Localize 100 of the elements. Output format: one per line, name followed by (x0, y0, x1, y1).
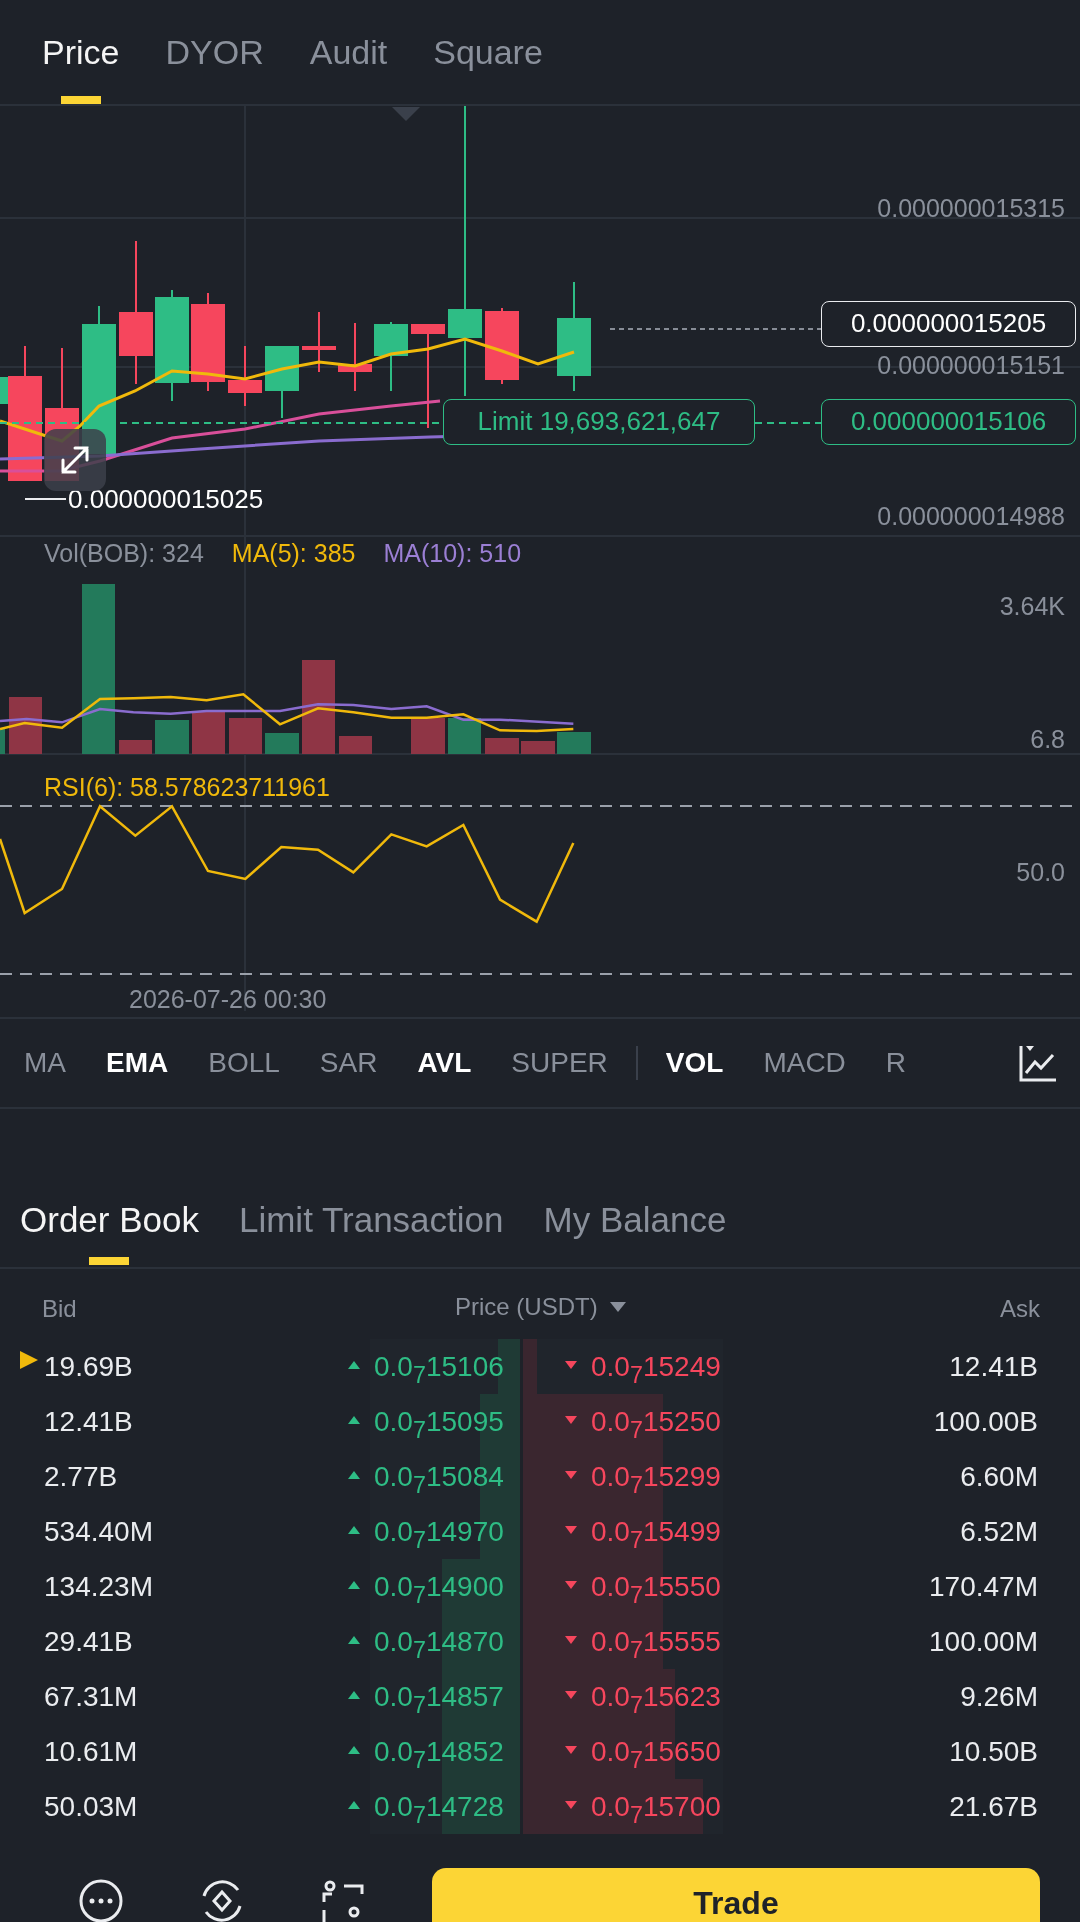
ask-price: 0.0$_{7}$15650 (591, 1736, 721, 1774)
time-label: 2026-07-26 00:30 (129, 984, 327, 1014)
tab[interactable]: Price (42, 0, 120, 104)
order-tab[interactable]: My Balance (543, 1187, 727, 1267)
down-arrow-icon (565, 1691, 577, 1699)
volume-bar (229, 718, 262, 754)
bid-price: 0.0$_{7}$14857 (374, 1681, 504, 1719)
more-icon[interactable] (78, 1878, 124, 1922)
ask-amount: 21.67B (949, 1791, 1038, 1823)
low-price-label: 0.000000015025 (68, 484, 264, 514)
ask-price: 0.0$_{7}$15299 (591, 1461, 721, 1499)
indicator-tab[interactable]: SAR (319, 1047, 378, 1079)
ask-price: 0.0$_{7}$15700 (591, 1791, 721, 1829)
ask-price: 0.0$_{7}$15555 (591, 1626, 721, 1664)
tab[interactable]: Square (433, 0, 543, 104)
marker-icon (392, 107, 420, 121)
current-price-label: 0.000000015205 (821, 301, 1076, 347)
bid-amount: 134.23M (44, 1571, 153, 1603)
bid-amount: 2.77B (44, 1461, 118, 1493)
indicator-tab[interactable]: BOLL (208, 1047, 280, 1079)
volume-bar (265, 733, 299, 754)
caret-icon (609, 1302, 626, 1312)
bid-price: 0.0$_{7}$14852 (374, 1736, 504, 1774)
up-arrow-icon (348, 1471, 360, 1479)
up-arrow-icon (348, 1636, 360, 1644)
bid-amount: 67.31M (44, 1681, 138, 1713)
down-arrow-icon (565, 1746, 577, 1754)
volume-bar (192, 712, 225, 754)
volume-bar (485, 738, 519, 754)
bid-amount: 10.61M (44, 1736, 138, 1768)
bid-price: 0.0$_{7}$15106 (374, 1351, 504, 1389)
column-header: Ask (1000, 1295, 1040, 1323)
price-column-dropdown[interactable]: Price (USDT) (455, 1293, 626, 1321)
bid-amount: 534.40M (44, 1516, 153, 1548)
indicator-tab[interactable]: VOL (665, 1047, 724, 1079)
down-arrow-icon (565, 1471, 577, 1479)
down-arrow-icon (565, 1361, 577, 1369)
indicator-tab[interactable]: R (885, 1047, 907, 1079)
volume-bar (411, 718, 445, 754)
volume-bar (0, 729, 5, 754)
indicator-tab[interactable]: SUPER (511, 1047, 608, 1079)
ask-price: 0.0$_{7}$15499 (591, 1516, 721, 1554)
limit-line (754, 422, 822, 424)
expand-icon[interactable] (44, 429, 106, 491)
ask-price: 0.0$_{7}$15249 (591, 1351, 721, 1389)
legend-label: MA(5): 385 (231, 538, 356, 568)
axis-label: 6.8 (1030, 724, 1065, 754)
volume-bar (557, 732, 591, 754)
candle (374, 321, 408, 392)
volume-bar (119, 740, 152, 754)
down-arrow-icon (565, 1636, 577, 1644)
up-arrow-icon (348, 1691, 360, 1699)
volume-bar (521, 741, 555, 754)
bid-price: 0.0$_{7}$14870 (374, 1626, 504, 1664)
volume-bar (9, 697, 42, 754)
up-arrow-icon (348, 1361, 360, 1369)
legend-label: MA(10): 510 (383, 538, 522, 568)
bid-price: 0.0$_{7}$14970 (374, 1516, 504, 1554)
up-arrow-icon (348, 1526, 360, 1534)
low-marker-line (24, 498, 67, 500)
ask-price: 0.0$_{7}$15623 (591, 1681, 721, 1719)
up-arrow-icon (348, 1801, 360, 1809)
ask-amount: 9.26M (960, 1681, 1038, 1713)
tab[interactable]: Audit (309, 0, 388, 104)
down-arrow-icon (565, 1416, 577, 1424)
ask-amount: 170.47M (929, 1571, 1038, 1603)
bid-price: 0.0$_{7}$14728 (374, 1791, 504, 1829)
down-arrow-icon (565, 1581, 577, 1589)
tab[interactable]: DYOR (165, 0, 264, 104)
order-tab[interactable]: Order Book (20, 1187, 199, 1267)
indicator-tab[interactable]: EMA (106, 1047, 169, 1079)
ask-amount: 100.00M (929, 1626, 1038, 1658)
bid-amount: 50.03M (44, 1791, 138, 1823)
down-arrow-icon (565, 1801, 577, 1809)
trade-button[interactable]: Trade (432, 1868, 1040, 1922)
volume-bar (155, 720, 189, 754)
bid-amount: 19.69B (44, 1351, 133, 1383)
bid-amount: 29.41B (44, 1626, 133, 1658)
indicator-tab[interactable]: MACD (763, 1047, 846, 1079)
column-header: Bid (42, 1295, 77, 1323)
bid-amount: 12.41B (44, 1406, 133, 1438)
rsi-legend: RSI(6): 58.578623711961 (44, 772, 330, 802)
ask-amount: 6.60M (960, 1461, 1038, 1493)
axis-label: 0.000000014988 (877, 501, 1065, 531)
ask-amount: 12.41B (949, 1351, 1038, 1383)
up-arrow-icon (348, 1581, 360, 1589)
limit-order-label: Limit 19,693,621,647 (443, 399, 755, 445)
limit-price-label: 0.000000015106 (821, 399, 1076, 445)
axis-label: 50.0 (1016, 857, 1065, 887)
ask-price: 0.0$_{7}$15550 (591, 1571, 721, 1609)
up-arrow-icon (348, 1746, 360, 1754)
bid-price: 0.0$_{7}$15095 (374, 1406, 504, 1444)
volume-bar (448, 718, 481, 754)
bid-price: 0.0$_{7}$15084 (374, 1461, 504, 1499)
up-arrow-icon (348, 1416, 360, 1424)
axis-label: 0.000000015315 (877, 193, 1065, 223)
indicator-tab[interactable]: AVL (417, 1047, 472, 1079)
ask-price: 0.0$_{7}$15250 (591, 1406, 721, 1444)
indicator-tab[interactable]: MA (24, 1047, 66, 1079)
order-tab[interactable]: Limit Transaction (238, 1187, 504, 1267)
